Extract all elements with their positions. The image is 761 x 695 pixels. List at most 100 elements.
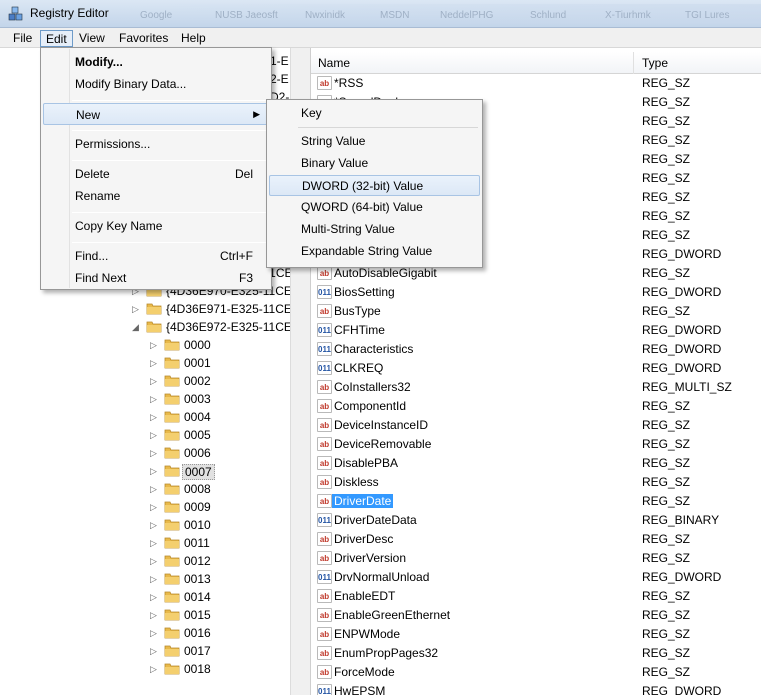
menu-help[interactable]: Help [176,30,211,47]
expand-arrow-icon[interactable]: ▷ [150,411,160,423]
string-value-icon: ab [317,76,332,90]
expand-arrow-icon[interactable]: ▷ [150,357,160,369]
value-row[interactable]: ab DisablePBA REG_SZ [311,454,761,473]
value-name: DriverVersion [334,551,407,565]
column-header-name[interactable]: Name [318,56,350,70]
binary-value-icon: 011 [317,684,332,695]
new-expandable-string-value[interactable]: Expandable String Value [269,241,480,262]
new-string-value[interactable]: String Value [269,131,480,152]
folder-icon [164,627,180,639]
submenu-item-label: String Value [301,134,366,148]
new-dword-32-bit-value[interactable]: DWORD (32-bit) Value [269,175,480,196]
expand-arrow-icon[interactable]: ▷ [150,663,160,675]
value-row[interactable]: ab DeviceRemovable REG_SZ [311,435,761,454]
menu-item-copy-key-name[interactable]: Copy Key Name [43,215,269,237]
value-row[interactable]: 011 DriverDateData REG_BINARY [311,511,761,530]
tree-key-label: 0012 [184,554,211,568]
value-row[interactable]: ab DriverVersion REG_SZ [311,549,761,568]
new-key[interactable]: Key [269,103,480,124]
value-row[interactable]: 011 DrvNormalUnload REG_DWORD [311,568,761,587]
value-row[interactable]: ab EnableEDT REG_SZ [311,587,761,606]
menu-item-modify[interactable]: Modify... [43,51,269,73]
folder-icon [164,447,180,459]
value-row[interactable]: 011 CLKREQ REG_DWORD [311,359,761,378]
value-type: REG_SZ [642,209,691,223]
value-row[interactable]: 011 CFHTime REG_DWORD [311,321,761,340]
folder-icon [164,411,180,423]
expand-arrow-icon[interactable]: ▷ [150,591,160,603]
menu-item-new[interactable]: New ▶ [43,103,269,125]
collapse-arrow-icon[interactable]: ◢ [132,321,142,333]
expand-arrow-icon[interactable]: ▷ [150,519,160,531]
menu-item-permissions[interactable]: Permissions... [43,133,269,155]
string-value-icon: ab [317,304,332,318]
value-type: REG_SZ [642,304,691,318]
string-value-icon: ab [317,646,332,660]
ghost-tab: Google [140,10,173,21]
string-value-icon: ab [317,589,332,603]
submenu-item-label: Expandable String Value [301,244,433,258]
value-type: REG_DWORD [642,323,722,337]
menu-item-rename[interactable]: Rename [43,185,269,207]
expand-arrow-icon[interactable]: ▷ [150,393,160,405]
expand-arrow-icon[interactable]: ▷ [150,501,160,513]
value-type: REG_SZ [642,551,691,565]
value-row[interactable]: ab *RSS REG_SZ [311,74,761,93]
expand-arrow-icon[interactable]: ▷ [150,483,160,495]
expand-arrow-icon[interactable]: ▷ [150,645,160,657]
value-row[interactable]: ab DeviceInstanceID REG_SZ [311,416,761,435]
expand-arrow-icon[interactable]: ▷ [150,429,160,441]
string-value-icon: ab [317,475,332,489]
new-qword-64-bit-value[interactable]: QWORD (64-bit) Value [269,197,480,218]
value-row[interactable]: ab DriverDesc REG_SZ [311,530,761,549]
value-row[interactable]: ab BusType REG_SZ [311,302,761,321]
column-divider[interactable] [633,52,634,74]
expand-arrow-icon[interactable]: ▷ [150,555,160,567]
value-type: REG_SZ [642,437,691,451]
menu-item-shortcut: Del [234,167,253,181]
menu-item-find-next[interactable]: Find Next F3 [43,267,269,289]
menu-item-modify-binary-data[interactable]: Modify Binary Data... [43,73,269,95]
background-tabs: Google NUSB Jaeosft Nwxinidk MSDN Neddel… [120,4,761,24]
menu-item-label: Modify... [75,55,123,69]
submenu-item-label: Binary Value [301,156,369,170]
menu-item-find[interactable]: Find... Ctrl+F [43,245,269,267]
expand-arrow-icon[interactable]: ▷ [150,609,160,621]
menu-favorites[interactable]: Favorites [114,30,173,47]
new-binary-value[interactable]: Binary Value [269,153,480,174]
new-multi-string-value[interactable]: Multi-String Value [269,219,480,240]
expand-arrow-icon[interactable]: ▷ [150,537,160,549]
column-header-type[interactable]: Type [642,56,668,70]
tree-key-label: 1-E [270,54,289,68]
value-row[interactable]: ab ENPWMode REG_SZ [311,625,761,644]
value-type: REG_SZ [642,76,691,90]
new-submenu: Key String Value Binary Value DWORD (32-bit… [266,99,483,268]
expand-arrow-icon[interactable]: ▷ [150,465,160,477]
menu-item-delete[interactable]: Delete Del [43,163,269,185]
value-row[interactable]: ab DriverDate REG_SZ [311,492,761,511]
value-row[interactable]: ab ComponentId REG_SZ [311,397,761,416]
value-row[interactable]: ab Diskless REG_SZ [311,473,761,492]
expand-arrow-icon[interactable]: ▷ [132,303,142,315]
value-row[interactable]: 011 Characteristics REG_DWORD [311,340,761,359]
expand-arrow-icon[interactable]: ▷ [150,339,160,351]
value-row[interactable]: ab EnableGreenEthernet REG_SZ [311,606,761,625]
expand-arrow-icon[interactable]: ▷ [150,375,160,387]
expand-arrow-icon[interactable]: ▷ [150,573,160,585]
value-type: REG_SZ [642,228,691,242]
folder-icon [164,537,180,549]
value-row[interactable]: 011 BiosSetting REG_DWORD [311,283,761,302]
value-row[interactable]: ab EnumPropPages32 REG_SZ [311,644,761,663]
tree-key-label: 0005 [184,428,211,442]
expand-arrow-icon[interactable]: ▷ [150,627,160,639]
expand-arrow-icon[interactable]: ▷ [150,447,160,459]
menu-view[interactable]: View [74,30,110,47]
menu-file[interactable]: File [8,30,37,47]
menu-separator [72,100,267,101]
value-row[interactable]: ab CoInstallers32 REG_MULTI_SZ [311,378,761,397]
value-name: DisablePBA [334,456,399,470]
tree-key-label: 0015 [184,608,211,622]
menu-edit[interactable]: Edit [40,30,73,47]
value-row[interactable]: 011 HwEPSM REG_DWORD [311,682,761,695]
value-row[interactable]: ab ForceMode REG_SZ [311,663,761,682]
